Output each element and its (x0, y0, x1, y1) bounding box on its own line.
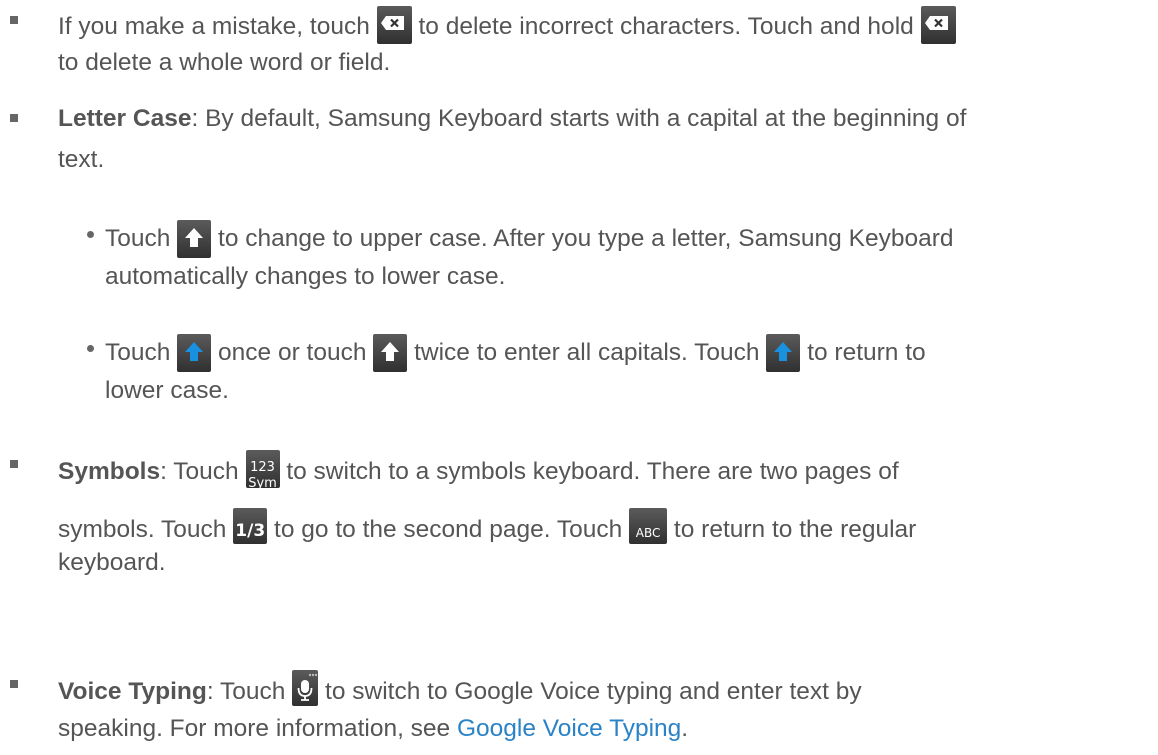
text: to return to the regular (673, 516, 917, 543)
text: speaking. For more information, see (58, 715, 451, 742)
page-key-label: 1/3 (235, 521, 266, 541)
text: to return to (807, 339, 926, 366)
shift-key-active-icon (766, 334, 801, 372)
delete-line-2: to delete a whole word or field. (58, 49, 391, 76)
caps-line-1: Touch once or touch twice to enter all c… (105, 334, 926, 372)
letter-case-line-2: text. (58, 146, 105, 173)
backspace-key-icon (920, 6, 956, 44)
text: If you make a mistake, touch (58, 13, 370, 40)
microphone-key-icon (292, 670, 319, 706)
text: symbols. Touch (58, 516, 227, 543)
text: Touch (105, 225, 171, 252)
shift-line-2: automatically changes to lower case. (105, 263, 506, 290)
backspace-key-icon (376, 6, 412, 44)
delete-line-1: If you make a mistake, touch to delete i… (58, 6, 956, 44)
text: once or touch (218, 339, 367, 366)
text: to change to upper case. After you type … (218, 225, 954, 252)
bullet-square (10, 16, 18, 24)
text: to switch to a symbols keyboard. There a… (286, 458, 899, 485)
sym-key-icon: 123 Sym (245, 450, 280, 491)
text: twice to enter all capitals. Touch (414, 339, 760, 366)
text: : Touch (206, 678, 286, 705)
voice-line-1: Voice Typing: Touch to switch to Google … (58, 670, 862, 707)
shift-key-active-icon (177, 334, 212, 372)
text: to delete incorrect characters. Touch an… (418, 13, 914, 40)
text: Touch (105, 339, 171, 366)
letter-case-line-1: Letter Case: By default, Samsung Keyboar… (58, 104, 966, 134)
text: to switch to Google Voice typing and ent… (325, 678, 862, 705)
voice-line-2: speaking. For more information, see Goog… (58, 714, 688, 744)
voice-typing-label: Voice Typing (58, 678, 207, 705)
bullet-dot (87, 231, 94, 238)
symbols-line-3: keyboard. (58, 549, 166, 576)
shift-key-icon (373, 334, 408, 372)
bullet-square (10, 114, 18, 122)
sym-key-bottom: Sym (248, 476, 277, 491)
bullet-dot (87, 345, 94, 352)
text: : By default, Samsung Keyboard starts wi… (191, 105, 967, 132)
bullet-square (10, 460, 18, 468)
letter-case-label: Letter Case (58, 105, 192, 132)
abc-key-icon: ABC (629, 508, 668, 544)
text: : Touch (160, 458, 239, 485)
symbols-line-2: symbols. Touch 1/3 to go to the second p… (58, 508, 916, 545)
page-key-icon: 1/3 (233, 508, 268, 544)
shift-line-1: Touch to change to upper case. After you… (105, 220, 953, 258)
symbols-label: Symbols (58, 458, 161, 485)
shift-key-icon (177, 220, 212, 258)
google-voice-typing-link[interactable]: Google Voice Typing (457, 715, 681, 742)
symbols-line-1: Symbols: Touch 123 Sym to switch to a sy… (58, 450, 899, 491)
text: . (681, 715, 689, 742)
caps-line-2: lower case. (105, 377, 229, 404)
bullet-square (10, 680, 18, 688)
text: to go to the second page. Touch (274, 516, 623, 543)
abc-key-label: ABC (635, 526, 661, 540)
